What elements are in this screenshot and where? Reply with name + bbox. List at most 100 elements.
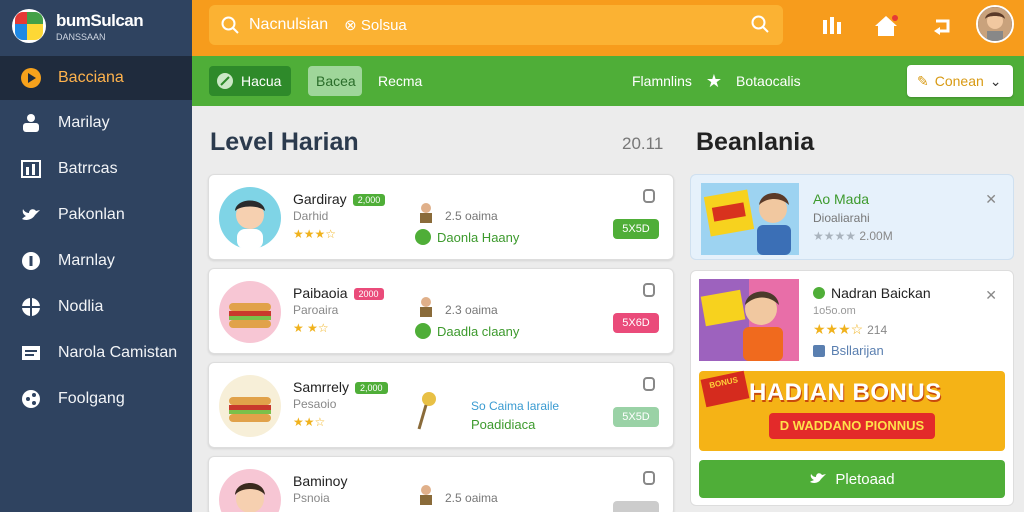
sidebar-item-label: Batrrcas: [58, 160, 118, 177]
action-button-label: Conean: [934, 73, 984, 89]
brand-subtitle: DANSSAAN: [56, 31, 106, 42]
sidebar-item-label: Marnlay: [58, 252, 115, 269]
globe-icon: [20, 296, 42, 318]
list-item[interactable]: Paibaoia 2000 Paroaira ★ ★☆ 2.3 oaima Daa…: [208, 268, 674, 354]
sidebar-item-foolgang[interactable]: Foolgang: [0, 376, 192, 422]
microphone-icon: [417, 392, 436, 430]
featured-subtitle: Dioaliarahi: [813, 211, 870, 225]
status-icon: [813, 287, 825, 299]
refresh-icon[interactable]: [926, 10, 958, 42]
featured-card-large[interactable]: Nadran Baickan 1o5o.om ★★★☆ 214 Bsllarij…: [690, 270, 1014, 506]
sidebar-item-nodlia[interactable]: Nodlia: [0, 284, 192, 330]
close-icon[interactable]: ✕: [985, 191, 997, 208]
sidebar-item-label: Marilay: [58, 114, 110, 131]
search-icon: [221, 16, 239, 34]
list-item[interactable]: Gardiray 2,000 Darhid ★★★☆ 2.5 oaima Daon…: [208, 174, 674, 260]
bonus-banner[interactable]: BONUS HADIAN BONUS D WADDANO PIONNUS: [699, 370, 1005, 451]
top-bar: Nacnulsian ⊗ Solsua: [192, 0, 1024, 56]
bonus-pill[interactable]: D WADDANO PIONNUS: [769, 413, 935, 439]
item-status: Poadidiaca: [471, 417, 535, 432]
list-item[interactable]: Samrrely 2,000 Pesaoio ★★☆ So Caima larai…: [208, 362, 674, 448]
rating-stars: ★★★☆: [293, 227, 337, 241]
star-icon: ★: [705, 70, 723, 91]
filter-links: Flamnlins ★ Botaocalis: [632, 66, 801, 96]
search-input[interactable]: Nacnulsian ⊗ Solsua: [209, 5, 783, 45]
home-icon[interactable]: [870, 10, 902, 42]
tab-hacua[interactable]: Hacua: [209, 66, 291, 96]
price-badge[interactable]: 5X5D: [613, 407, 659, 427]
rating-stars: ★ ★☆: [293, 321, 329, 335]
sidebar-item-narola-camistan[interactable]: Narola Camistan: [0, 330, 192, 376]
featured-thumbnail: [701, 183, 799, 255]
sidebar-item-label: Bacciana: [58, 69, 124, 86]
play-circle-icon: [20, 67, 42, 89]
lock-icon: [643, 283, 655, 297]
featured-title-text: Nadran Baickan: [831, 285, 931, 301]
item-name-text: Paibaoia: [293, 285, 348, 301]
sidebar-item-pakonlan[interactable]: Pakonlan: [0, 192, 192, 238]
lock-icon: [643, 377, 655, 391]
tab-bacea[interactable]: Bacea: [308, 66, 362, 96]
featured-check[interactable]: Bsllarijan: [813, 343, 884, 358]
price-badge[interactable]: 5X6D: [613, 313, 659, 333]
featured-rating: ★★★★ 2.00M: [813, 229, 893, 243]
sidebar-item-batrrcas[interactable]: Batrrcas: [0, 146, 192, 192]
item-distance: 2.3 oaima: [445, 303, 498, 317]
tab-label: Hacua: [241, 73, 282, 89]
item-name: Paibaoia 2000: [293, 285, 384, 301]
price-badge[interactable]: 5X5D: [613, 219, 659, 239]
search-placeholder: Nacnulsian: [249, 16, 329, 33]
share-icon: [20, 388, 42, 410]
link-botaocalis[interactable]: Botaocalis: [736, 73, 801, 89]
item-name: Samrrely 2,000: [293, 379, 388, 395]
page-meta: 20.11: [622, 134, 664, 153]
close-icon[interactable]: ✕: [985, 287, 997, 304]
avatar[interactable]: [976, 5, 1014, 43]
checkbox-icon: [813, 344, 825, 357]
chart-icon: [20, 158, 42, 180]
leaf-icon: [217, 73, 233, 89]
sidebar-item-marilay[interactable]: Marilay: [0, 100, 192, 146]
stats-icon[interactable]: [816, 10, 848, 42]
sidebar-item-marnlay[interactable]: Marnlay: [0, 238, 192, 284]
item-name: Baminoy: [293, 473, 348, 489]
pencil-icon: ✎: [917, 72, 929, 89]
featured-rating: ★★★☆ 214: [813, 321, 887, 338]
search-submit-icon[interactable]: [751, 15, 769, 33]
featured-title: Nadran Baickan: [813, 285, 931, 301]
action-button[interactable]: ✎ Conean ⌄: [907, 65, 1013, 97]
price-badge[interactable]: [613, 501, 659, 512]
item-subtitle: Pesaoio: [293, 397, 337, 411]
rating-stars: ★★☆: [293, 415, 326, 429]
user-group-icon: [20, 112, 42, 134]
item-tag: 2,000: [352, 194, 386, 207]
chevron-down-icon: ⌄: [989, 72, 1002, 89]
rating-stars: ★★★☆: [813, 321, 864, 337]
panel-title: Beanlania: [696, 128, 815, 156]
brand-logo-icon: [12, 9, 46, 43]
item-distance: 2.5 oaima: [445, 491, 498, 505]
sidebar-item-label: Narola Camistan: [58, 344, 178, 361]
sandwich-icon: [219, 281, 281, 343]
rating-stars: ★★★★: [813, 229, 857, 243]
download-button[interactable]: Pletoaad: [699, 460, 1005, 498]
sidebar-item-label: Nodlia: [58, 298, 104, 315]
featured-card[interactable]: Ao Mada Dioaliarahi ★★★★ 2.00M ✕: [690, 174, 1014, 260]
item-status-text: Poadidiaca: [471, 417, 536, 432]
avatar: [219, 469, 281, 512]
page-title: Level Harian: [210, 128, 359, 156]
item-distance: 2.5 oaima: [445, 209, 498, 223]
avatar: [219, 187, 281, 249]
tab-label: Bacea: [316, 73, 356, 89]
link-flamnlins[interactable]: Flamnlins: [632, 73, 692, 89]
filter-bar: Hacua Bacea Recma Flamnlins ★ Botaocalis…: [192, 56, 1024, 106]
list-item[interactable]: Baminoy Psnoia 2.5 oaima: [208, 456, 674, 512]
sidebar-item-label: Pakonlan: [58, 206, 125, 223]
sidebar-item-bacciana[interactable]: Bacciana: [0, 56, 192, 100]
item-name-text: Gardiray: [293, 191, 347, 207]
sidebar: bumSulcan DANSSAAN Bacciana Marilay Batr…: [0, 0, 192, 512]
brand[interactable]: bumSulcan DANSSAAN: [0, 0, 192, 52]
tab-recma[interactable]: Recma: [370, 66, 430, 96]
search-filter[interactable]: ⊗ Solsua: [344, 16, 407, 34]
featured-title: Ao Mada: [813, 191, 870, 207]
